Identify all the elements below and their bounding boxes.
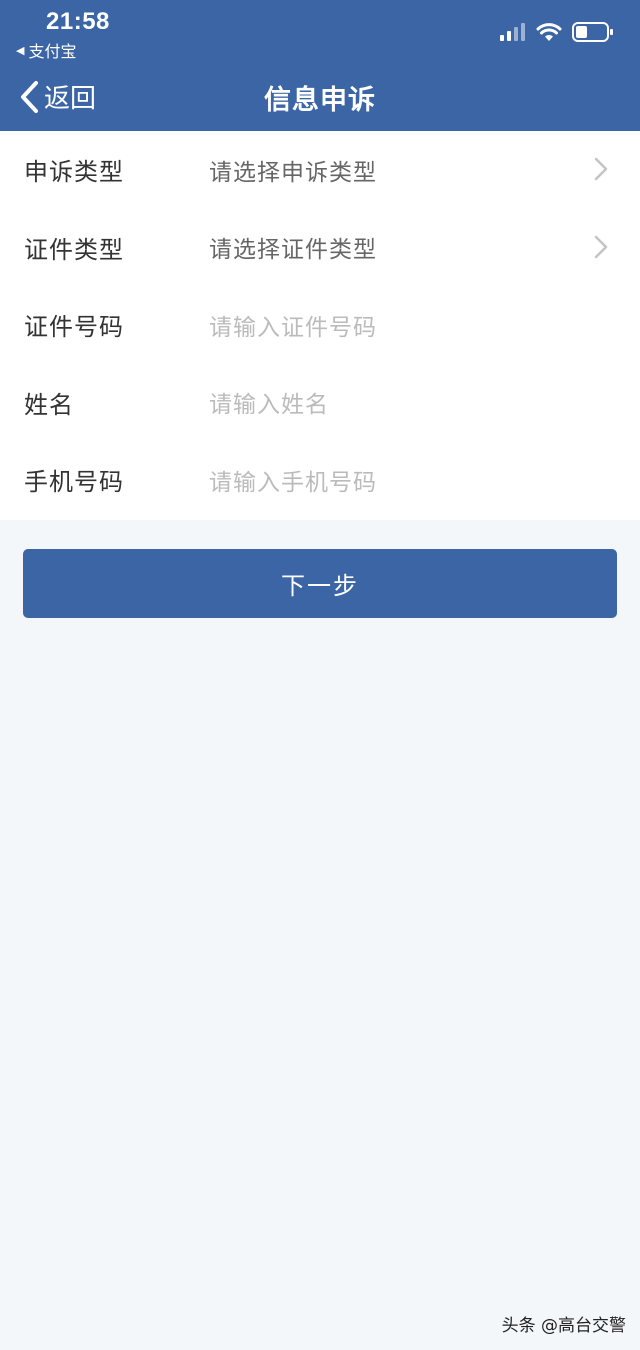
status-time: 21:58 — [46, 8, 110, 35]
chevron-right-icon — [594, 235, 608, 258]
wifi-icon — [536, 22, 562, 41]
phone-input[interactable]: 请输入手机号码 — [209, 463, 377, 497]
name-input[interactable]: 请输入姓名 — [209, 385, 329, 419]
chevron-right-icon — [594, 157, 608, 181]
id-type-label: 证件类型 — [24, 235, 124, 264]
status-icons — [500, 22, 614, 42]
watermark: 头条 @高台交警 — [501, 1316, 626, 1336]
status-bar: 21:58 ◀ 支付宝 — [0, 0, 640, 62]
signal-icon — [500, 23, 525, 41]
battery-icon — [572, 22, 613, 42]
appeal-type-value: 请选择申诉类型 — [209, 159, 377, 186]
back-triangle-icon: ◀ — [16, 43, 25, 57]
next-step-button[interactable]: 下一步 — [23, 549, 617, 618]
name-field[interactable]: 姓名 请输入姓名 — [0, 364, 640, 442]
back-app-label: 支付宝 — [28, 42, 77, 61]
phone-field[interactable]: 手机号码 请输入手机号码 — [0, 441, 640, 519]
appeal-type-select[interactable]: 申诉类型 请选择申诉类型 — [0, 131, 640, 209]
back-to-app-link[interactable]: ◀ 支付宝 — [16, 38, 76, 62]
id-number-label: 证件号码 — [24, 313, 124, 342]
page-title: 信息申诉 — [264, 85, 376, 116]
id-number-field[interactable]: 证件号码 请输入证件号码 — [0, 286, 640, 364]
name-label: 姓名 — [24, 390, 74, 419]
nav-bar: 返回 信息申诉 — [0, 62, 640, 131]
id-type-select[interactable]: 证件类型 请选择证件类型 — [0, 209, 640, 287]
id-type-value: 请选择证件类型 — [209, 237, 377, 264]
header: 21:58 ◀ 支付宝 返回 信息申诉 — [0, 0, 640, 131]
appeal-form: 申诉类型 请选择申诉类型 证件类型 请选择证件类型 证件号码 请输入证件号码 姓… — [0, 131, 640, 520]
id-number-input[interactable]: 请输入证件号码 — [209, 308, 377, 342]
phone-label: 手机号码 — [24, 468, 124, 497]
appeal-type-label: 申诉类型 — [24, 158, 124, 187]
